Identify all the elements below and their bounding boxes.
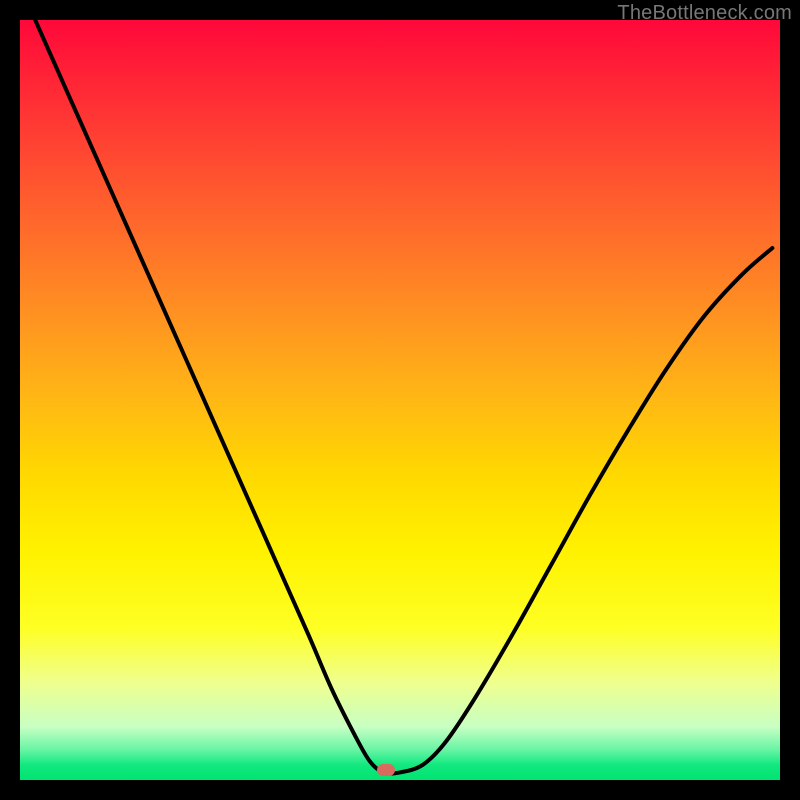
chart-frame: TheBottleneck.com	[0, 0, 800, 800]
bottleneck-curve	[20, 20, 780, 780]
optimal-point-marker	[377, 764, 395, 776]
plot-area	[20, 20, 780, 780]
